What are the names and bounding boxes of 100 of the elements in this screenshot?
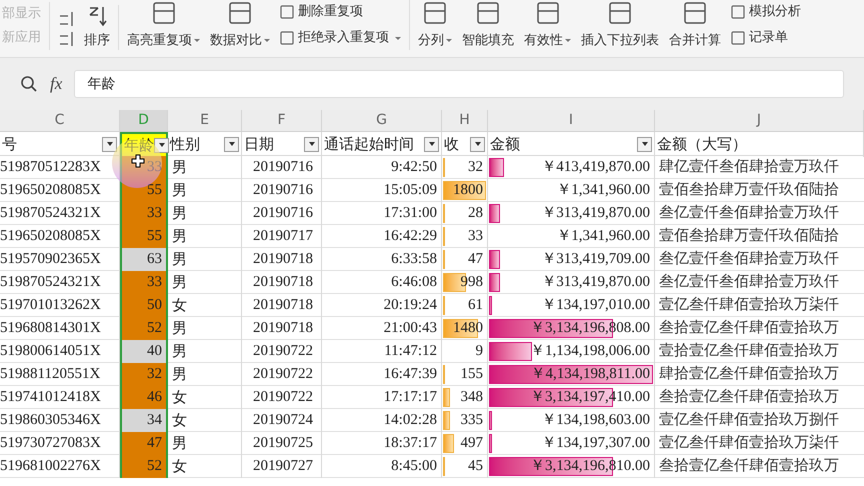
table-cell-text: 519681002276X bbox=[0, 457, 101, 476]
tool-icon bbox=[682, 0, 708, 26]
column-header[interactable]: F bbox=[242, 110, 322, 131]
table-cell-text: 519570902365X bbox=[0, 250, 101, 269]
filter-button[interactable] bbox=[424, 136, 439, 152]
ribbon-button[interactable]: 合并计算 bbox=[669, 0, 721, 50]
filter-button[interactable] bbox=[304, 136, 319, 152]
table-cell-text: 肆亿壹仟叁佰肆拾壹万玖仟 bbox=[659, 158, 839, 177]
table-cell-text: 20190724 bbox=[253, 411, 313, 430]
table-cell-text: 1480 bbox=[453, 319, 483, 338]
filter-button[interactable] bbox=[470, 136, 485, 152]
table-cell-text: 155 bbox=[460, 365, 483, 384]
ribbon-button[interactable]: 删除重复项 bbox=[280, 0, 401, 24]
table-cell-text: 20:19:24 bbox=[384, 296, 437, 315]
ribbon-button[interactable]: 拒绝录入重复项 bbox=[280, 26, 401, 50]
column-header[interactable]: H bbox=[442, 110, 488, 131]
tool-icon bbox=[227, 0, 253, 26]
table-cell-text: 壹佰叁拾肆万壹仟玖佰陆拾 bbox=[659, 180, 839, 200]
table-cell-text: 女 bbox=[172, 295, 187, 316]
table-cell-text: 9:42:50 bbox=[391, 158, 437, 177]
column-header[interactable]: E bbox=[168, 110, 242, 131]
table-cell-text: 33 bbox=[468, 227, 483, 246]
column-header[interactable]: J bbox=[655, 110, 864, 131]
table-cell-text: ￥313,419,709.00 bbox=[541, 250, 650, 269]
table-cell-text: 女 bbox=[172, 456, 187, 477]
header-label: 号 bbox=[2, 134, 17, 155]
table-cell-text: ￥1,341,960.00 bbox=[556, 227, 650, 246]
age-cell: 52 bbox=[120, 455, 168, 478]
table-cell-text: 男 bbox=[172, 433, 187, 454]
table-cell-text: 16:42:29 bbox=[384, 227, 437, 246]
table-cell-text: 6:46:08 bbox=[391, 273, 437, 292]
fx-label: fx bbox=[50, 73, 62, 96]
table-cell-text: 叁拾壹亿叁仟肆佰壹拾玖万 bbox=[659, 318, 839, 338]
table-cell-text: 男 bbox=[172, 180, 187, 201]
column-header[interactable]: G bbox=[322, 110, 442, 131]
tool-icon bbox=[280, 5, 294, 19]
tool-icon bbox=[731, 5, 745, 19]
ribbon-button[interactable]: 智能填充 bbox=[462, 0, 514, 50]
table-cell-text: 20190718 bbox=[253, 296, 313, 315]
filter-button[interactable] bbox=[637, 136, 652, 152]
table-cell-text: 男 bbox=[172, 203, 187, 224]
age-cell: 55 bbox=[120, 225, 168, 248]
ribbon-button[interactable]: 数据对比 bbox=[210, 0, 270, 50]
table-cell-text: 壹亿叁仟肆佰壹拾玖万捌仟 bbox=[659, 410, 839, 430]
table-cell-text: 壹拾壹亿叁仟肆佰壹拾玖万 bbox=[659, 342, 839, 361]
age-cell: 46 bbox=[120, 386, 168, 408]
table-cell-text: 20190717 bbox=[253, 227, 313, 246]
table-cell-text: 20190718 bbox=[253, 319, 313, 338]
header-label: 金额（大写） bbox=[657, 134, 747, 155]
column-header[interactable]: I bbox=[488, 110, 655, 131]
header-label: 日期 bbox=[244, 134, 274, 155]
table-cell-text: 男 bbox=[172, 341, 187, 362]
table-cell-text: 519881120551X bbox=[0, 365, 100, 384]
table-cell-text: 519741012418X bbox=[0, 388, 101, 407]
table-cell-text: 壹亿叁仟肆佰壹拾玖万柒仟 bbox=[659, 296, 839, 315]
table-cell-text: 20190716 bbox=[253, 158, 313, 177]
zoom-icon[interactable] bbox=[20, 75, 38, 93]
table-cell-text: ￥134,197,010.00 bbox=[541, 296, 650, 315]
ribbon-button[interactable]: 高亮重复项 bbox=[127, 0, 200, 50]
table-cell-text: 519870524321X bbox=[0, 204, 101, 223]
table-cell-text: 20190722 bbox=[253, 365, 313, 384]
table-cell-text: 11:47:12 bbox=[384, 342, 437, 361]
filter-button[interactable] bbox=[102, 136, 117, 152]
filter-button[interactable] bbox=[154, 138, 169, 153]
table-cell-text: 20190716 bbox=[253, 181, 313, 200]
table-cell-text: 女 bbox=[172, 387, 187, 408]
table-cell-text: 20190727 bbox=[253, 457, 313, 476]
table-cell-text: 男 bbox=[172, 272, 187, 293]
ribbon-button[interactable]: 分列 bbox=[418, 0, 452, 50]
table-cell-text: 男 bbox=[172, 364, 187, 385]
table-cell-text: 男 bbox=[172, 318, 187, 339]
ribbon-button[interactable]: 插入下拉列表 bbox=[581, 0, 659, 50]
table-cell-text: ￥313,419,870.00 bbox=[541, 204, 650, 223]
formula-input[interactable]: 年龄 bbox=[74, 70, 844, 98]
table-cell-text: 14:02:28 bbox=[384, 411, 437, 430]
ribbon-button[interactable]: 模拟分析 bbox=[731, 0, 801, 24]
table-cell-text: 8:45:00 bbox=[391, 457, 437, 476]
tool-icon bbox=[150, 0, 176, 26]
table-cell-text: 20190725 bbox=[253, 434, 313, 453]
age-cell: 47 bbox=[120, 432, 168, 454]
table-cell-text: 519680814301X bbox=[0, 319, 101, 338]
tool-icon bbox=[475, 0, 501, 26]
ribbon-button[interactable]: 有效性 bbox=[524, 0, 571, 50]
header-label: 金额 bbox=[490, 134, 520, 155]
table-cell-text: 16:47:39 bbox=[384, 365, 437, 384]
table-cell-text: 男 bbox=[172, 157, 187, 178]
table-cell-text: 壹佰叁拾肆万壹仟玖佰陆拾 bbox=[659, 226, 839, 246]
tool-icon bbox=[534, 0, 560, 26]
table-cell-text: 61 bbox=[468, 296, 483, 315]
table-cell-text: 519650208085X bbox=[0, 227, 101, 246]
table-cell-text: ￥1,134,198,006.00 bbox=[530, 342, 650, 361]
age-cell: 40 bbox=[120, 340, 168, 362]
table-cell-text: 28 bbox=[468, 204, 483, 223]
filter-button[interactable] bbox=[224, 136, 239, 152]
age-cell: 55 bbox=[120, 179, 168, 202]
table-cell-text: 335 bbox=[460, 411, 483, 430]
table-cell-text: 叁亿壹仟叁佰肆拾壹万玖仟 bbox=[659, 272, 839, 292]
ribbon-button[interactable]: 记录单 bbox=[731, 26, 801, 50]
ribbon-button[interactable]: 排序 bbox=[84, 4, 110, 50]
table-cell-text: 47 bbox=[468, 250, 483, 269]
